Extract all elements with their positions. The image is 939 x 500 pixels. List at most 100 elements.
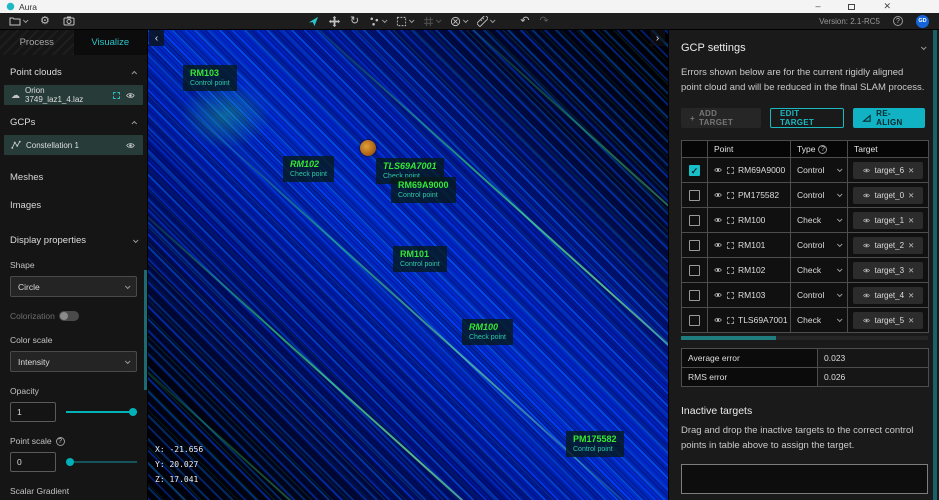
orbit-tool-icon[interactable]: ↻ <box>350 16 359 27</box>
section-images[interactable]: Images <box>0 200 147 211</box>
slider-thumb[interactable] <box>66 458 74 466</box>
maximize-icon[interactable] <box>848 4 855 10</box>
eye-icon[interactable] <box>713 166 723 174</box>
target-chip[interactable]: target_0 ✕ <box>853 187 923 204</box>
collapse-icon[interactable] <box>131 70 137 76</box>
section-point-clouds[interactable]: Point clouds <box>0 67 147 78</box>
type-select[interactable]: Control <box>797 165 841 175</box>
gcp-label-pm175582[interactable]: PM175582 Control point <box>566 431 624 457</box>
type-select[interactable]: Check <box>797 265 841 275</box>
open-project-button[interactable] <box>9 16 27 26</box>
row-checkbox[interactable] <box>689 265 700 276</box>
eye-icon[interactable] <box>862 242 871 249</box>
box-select-tool-icon[interactable] <box>396 16 413 27</box>
row-checkbox[interactable] <box>689 190 700 201</box>
section-display-properties[interactable]: Display properties <box>0 235 147 246</box>
target-chip[interactable]: target_5 ✕ <box>853 312 923 329</box>
remove-target-icon[interactable]: ✕ <box>908 166 914 175</box>
re-align-button[interactable]: RE-ALIGN <box>853 108 925 128</box>
type-select[interactable]: Control <box>797 290 841 300</box>
focus-icon[interactable] <box>727 167 734 174</box>
type-select[interactable]: Control <box>797 240 841 250</box>
screenshot-camera-icon[interactable] <box>63 16 75 26</box>
eye-icon[interactable] <box>713 291 723 299</box>
focus-icon[interactable] <box>727 242 734 249</box>
point-cloud-item[interactable]: ☁ Orion 3749_laz1_4.laz <box>4 85 143 105</box>
eye-icon[interactable] <box>713 241 723 249</box>
target-chip[interactable]: target_3 ✕ <box>853 262 923 279</box>
target-tool-icon[interactable] <box>450 16 467 27</box>
gcp-label-rm69a9000[interactable]: RM69A9000 Control point <box>391 177 456 203</box>
point-cloud-viewer[interactable]: ‹ › RM103 Control point RM102 Check poin… <box>148 30 668 500</box>
settings-gear-icon[interactable]: ⚙ <box>40 16 50 27</box>
gcp-label-rm102[interactable]: RM102 Check point <box>283 156 334 182</box>
focus-icon[interactable] <box>727 317 734 324</box>
point-scale-slider[interactable] <box>66 457 137 467</box>
user-avatar[interactable]: GD <box>916 15 929 28</box>
target-chip[interactable]: target_6 ✕ <box>853 162 923 179</box>
edit-target-button[interactable]: EDIT TARGET <box>770 108 844 128</box>
focus-icon[interactable] <box>727 267 734 274</box>
help-icon[interactable]: ? <box>893 16 903 26</box>
eye-icon[interactable] <box>713 266 723 274</box>
add-target-button[interactable]: + ADD TARGET <box>681 108 761 128</box>
chevron-down-icon[interactable] <box>921 44 927 50</box>
eye-icon[interactable] <box>713 316 723 324</box>
point-scale-input[interactable]: 0 <box>10 452 56 472</box>
eye-icon[interactable] <box>125 91 136 100</box>
row-checkbox[interactable]: ✓ <box>689 165 700 176</box>
gcp-label-rm101[interactable]: RM101 Control point <box>393 246 447 272</box>
section-meshes[interactable]: Meshes <box>0 172 147 183</box>
eye-icon[interactable] <box>862 217 871 224</box>
opacity-input[interactable]: 1 <box>10 402 56 422</box>
select-tool-icon[interactable] <box>308 16 319 27</box>
remove-target-icon[interactable]: ✕ <box>908 291 914 300</box>
close-icon[interactable]: ✕ <box>883 2 891 11</box>
chevron-down-icon[interactable] <box>382 17 388 23</box>
opacity-slider[interactable] <box>66 407 137 417</box>
eye-icon[interactable] <box>713 216 723 224</box>
remove-target-icon[interactable]: ✕ <box>908 266 914 275</box>
remove-target-icon[interactable]: ✕ <box>908 191 914 200</box>
gcp-target-marker[interactable] <box>360 140 376 156</box>
pan-tool-icon[interactable] <box>329 16 340 27</box>
type-select[interactable]: Check <box>797 215 841 225</box>
eye-icon[interactable] <box>862 167 871 174</box>
type-select[interactable]: Control <box>797 190 841 200</box>
target-chip[interactable]: target_2 ✕ <box>853 237 923 254</box>
target-chip[interactable]: target_1 ✕ <box>853 212 923 229</box>
target-chip[interactable]: target_4 ✕ <box>853 287 923 304</box>
remove-target-icon[interactable]: ✕ <box>908 241 914 250</box>
collapse-right-panel-button[interactable]: › <box>650 30 665 46</box>
help-icon[interactable]: ? <box>56 437 65 446</box>
table-horizontal-scrollbar[interactable] <box>681 336 928 340</box>
remove-target-icon[interactable]: ✕ <box>908 216 914 225</box>
gcp-constellation-item[interactable]: Constellation 1 <box>4 135 143 155</box>
tab-visualize[interactable]: Visualize <box>74 30 148 55</box>
collapse-icon[interactable] <box>131 120 137 126</box>
gcp-settings-header[interactable]: GCP settings <box>681 42 925 54</box>
undo-icon[interactable]: ↶ <box>520 16 529 27</box>
grid-tool-icon[interactable] <box>423 16 440 27</box>
color-scale-select[interactable]: Intensity <box>10 351 137 372</box>
inactive-targets-dropzone[interactable] <box>681 464 928 494</box>
eye-icon[interactable] <box>713 191 723 199</box>
focus-icon[interactable] <box>113 92 120 99</box>
sidebar-scrollbar[interactable] <box>144 270 147 390</box>
help-icon[interactable]: ? <box>818 145 827 154</box>
chevron-down-icon[interactable] <box>490 17 496 23</box>
chevron-down-icon[interactable] <box>463 17 469 23</box>
row-checkbox[interactable] <box>689 315 700 326</box>
row-checkbox[interactable] <box>689 240 700 251</box>
collapse-left-panel-button[interactable]: ‹ <box>149 30 164 46</box>
panel-scrollbar[interactable] <box>933 30 937 500</box>
focus-icon[interactable] <box>727 217 734 224</box>
remove-target-icon[interactable]: ✕ <box>908 316 914 325</box>
eye-icon[interactable] <box>862 317 871 324</box>
focus-icon[interactable] <box>727 192 734 199</box>
tab-process[interactable]: Process <box>0 30 74 55</box>
row-checkbox[interactable] <box>689 215 700 226</box>
collapse-icon[interactable] <box>133 237 139 243</box>
measure-tool-icon[interactable] <box>477 16 494 27</box>
row-checkbox[interactable] <box>689 290 700 301</box>
